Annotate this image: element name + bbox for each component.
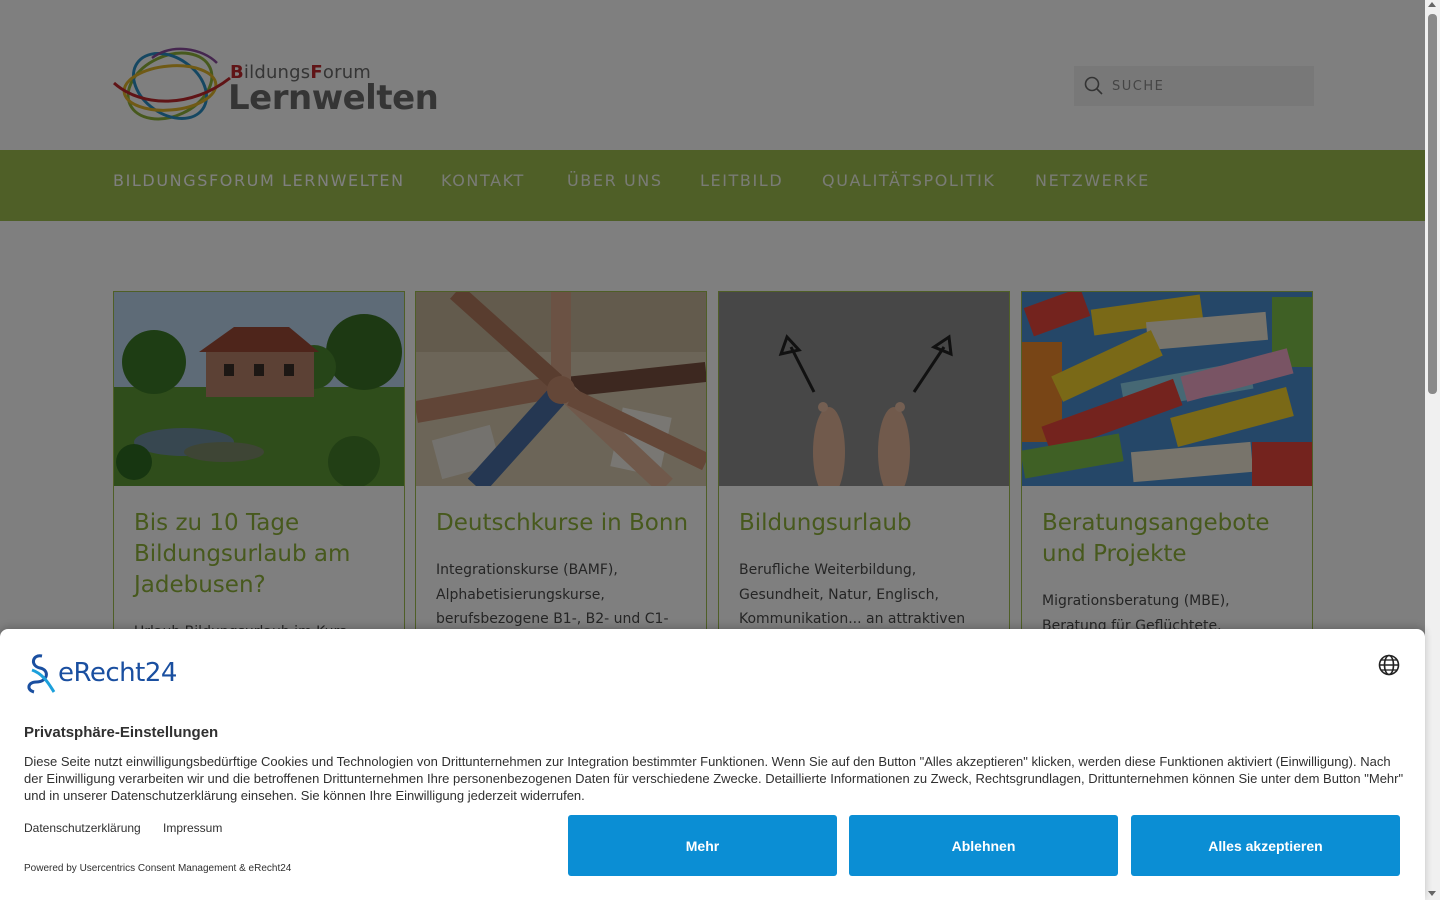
powered-by-text: Powered by Usercentrics Consent Manageme… bbox=[24, 863, 292, 874]
accept-all-button[interactable]: Alles akzeptieren bbox=[1131, 815, 1400, 876]
page-scrollbar[interactable] bbox=[1425, 0, 1440, 900]
decline-button[interactable]: Ablehnen bbox=[849, 815, 1118, 876]
consent-brand-name: eRecht24 bbox=[58, 658, 177, 688]
privacy-policy-link[interactable]: Datenschutzerklärung bbox=[24, 821, 141, 835]
erecht24-logo: eRecht24 bbox=[24, 652, 189, 694]
more-button[interactable]: Mehr bbox=[568, 815, 837, 876]
scroll-up-arrow-icon[interactable] bbox=[1428, 2, 1436, 7]
consent-description: Diese Seite nutzt einwilligungsbedürftig… bbox=[24, 754, 1404, 803]
cookie-consent-banner: eRecht24 Privatsphäre-Einstellungen Dies… bbox=[0, 629, 1425, 900]
consent-title: Privatsphäre-Einstellungen bbox=[24, 724, 219, 741]
erecht24-logo-icon bbox=[27, 654, 56, 694]
scroll-down-arrow-icon[interactable] bbox=[1428, 891, 1436, 896]
imprint-link[interactable]: Impressum bbox=[163, 821, 222, 835]
language-globe-icon[interactable] bbox=[1378, 654, 1400, 676]
scrollbar-thumb[interactable] bbox=[1428, 14, 1437, 394]
